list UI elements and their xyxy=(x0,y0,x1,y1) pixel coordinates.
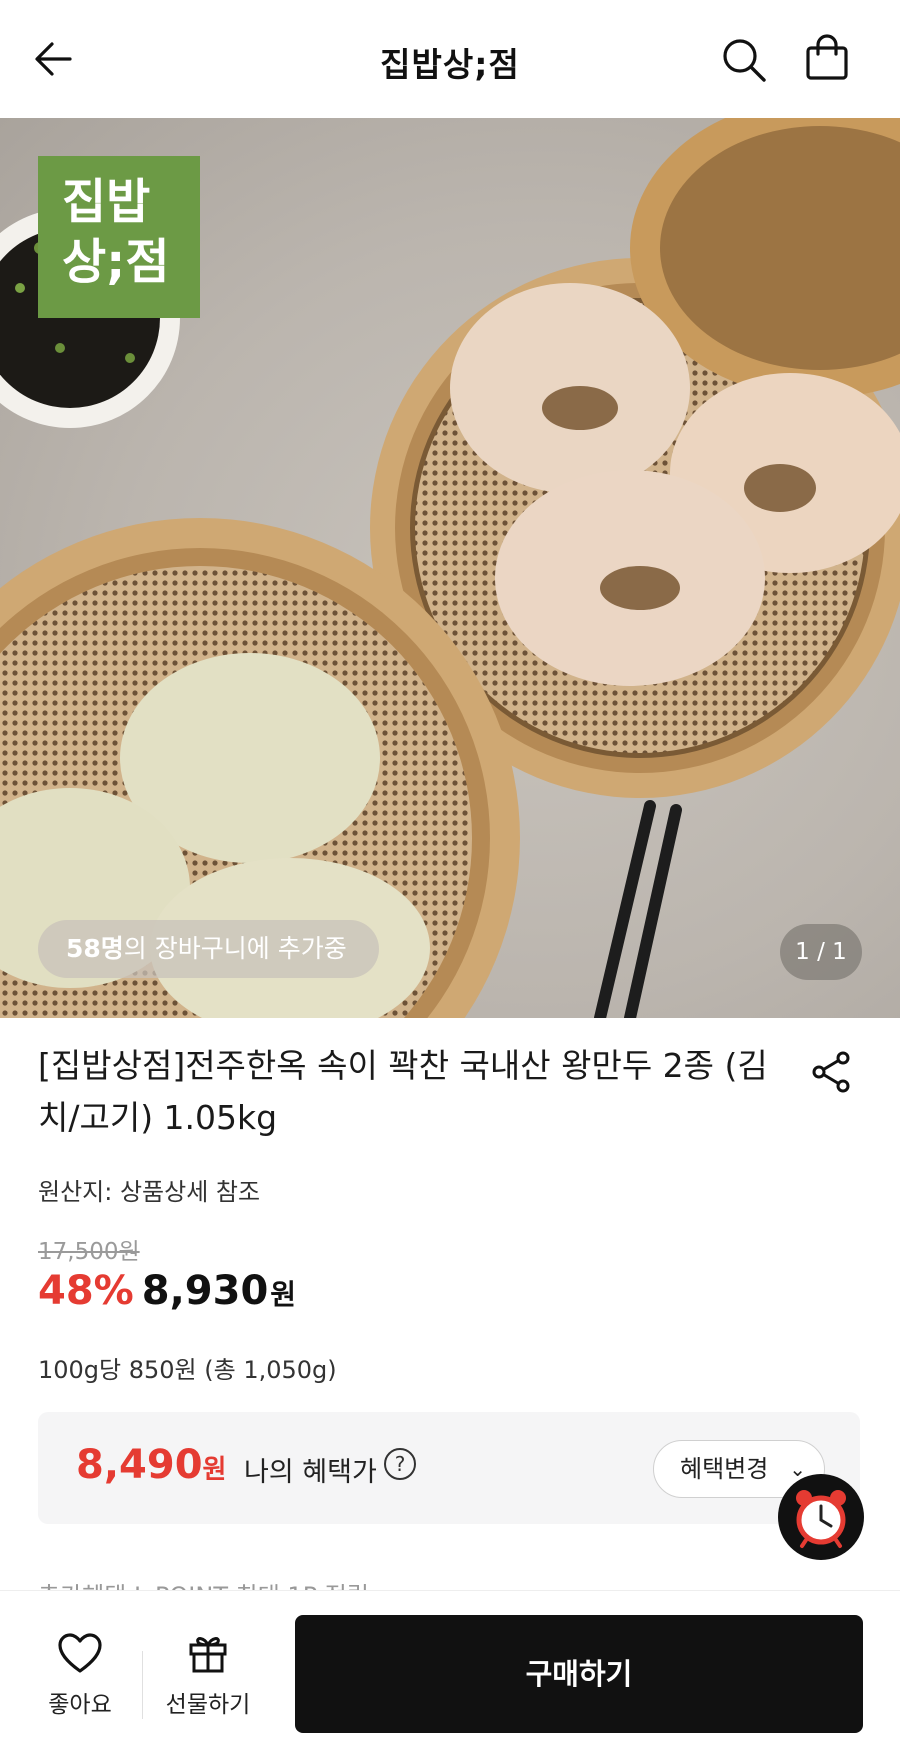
cart-added-notice: 58명의 장바구니에 추가중 xyxy=(38,920,379,978)
benefit-price: 8,490원 xyxy=(76,1442,226,1488)
product-image[interactable]: 집밥 상;점 58명의 장바구니에 추가중 1 / 1 xyxy=(0,118,900,1018)
search-icon[interactable] xyxy=(718,34,770,86)
change-benefit-label: 혜택변경 xyxy=(680,1455,769,1483)
brand-logo-line1: 집밥 xyxy=(62,174,151,230)
origin-info: 원산지: 상품상세 참조 xyxy=(38,1178,261,1206)
shopping-bag-icon[interactable] xyxy=(800,32,854,86)
gift-button[interactable]: 선물하기 xyxy=(152,1631,264,1719)
product-title: [집밥상점]전주한옥 속이 꽉찬 국내산 왕만두 2종 (김치/고기) 1.05… xyxy=(38,1046,768,1137)
like-label: 좋아요 xyxy=(48,1692,112,1718)
help-icon[interactable]: ? xyxy=(384,1448,416,1480)
gift-icon xyxy=(189,1637,227,1673)
share-icon[interactable] xyxy=(808,1048,856,1096)
benefit-price-unit: 원 xyxy=(202,1455,227,1485)
bottom-action-bar: 좋아요 선물하기 구매하기 xyxy=(0,1590,900,1746)
gift-label: 선물하기 xyxy=(165,1692,251,1718)
original-price: 17,500원 xyxy=(38,1239,140,1265)
benefit-price-box: 8,490원 나의 혜택가 ? 혜택변경 ⌄ xyxy=(38,1412,860,1524)
brand-logo-line2: 상;점 xyxy=(62,234,170,290)
alarm-clock-button[interactable] xyxy=(778,1474,864,1560)
like-button[interactable]: 좋아요 xyxy=(30,1631,130,1719)
discount-rate: 48% xyxy=(38,1268,134,1314)
brand-logo-badge: 집밥 상;점 xyxy=(38,156,200,318)
benefit-price-value: 8,490 xyxy=(76,1442,203,1488)
top-header: 집밥상;점 xyxy=(0,0,900,118)
cart-added-count: 58명 xyxy=(66,934,124,963)
sale-price: 8,930 xyxy=(141,1268,269,1314)
cart-added-text: 의 장바구니에 추가중 xyxy=(123,934,347,963)
extra-benefit-row: 추가혜택 L.POINT 최대 1P 적립 xyxy=(38,1576,538,1590)
sale-price-unit: 원 xyxy=(270,1278,297,1311)
unit-price: 100g당 850원 (총 1,050g) xyxy=(38,1356,337,1384)
price-row: 48% 8,930 원 xyxy=(38,1268,296,1324)
image-page-counter: 1 / 1 xyxy=(780,924,862,980)
heart-icon xyxy=(58,1633,102,1673)
divider xyxy=(142,1651,143,1719)
buy-button[interactable]: 구매하기 xyxy=(295,1615,863,1733)
benefit-label: 나의 혜택가 xyxy=(244,1457,377,1488)
alarm-clock-icon xyxy=(796,1490,846,1548)
